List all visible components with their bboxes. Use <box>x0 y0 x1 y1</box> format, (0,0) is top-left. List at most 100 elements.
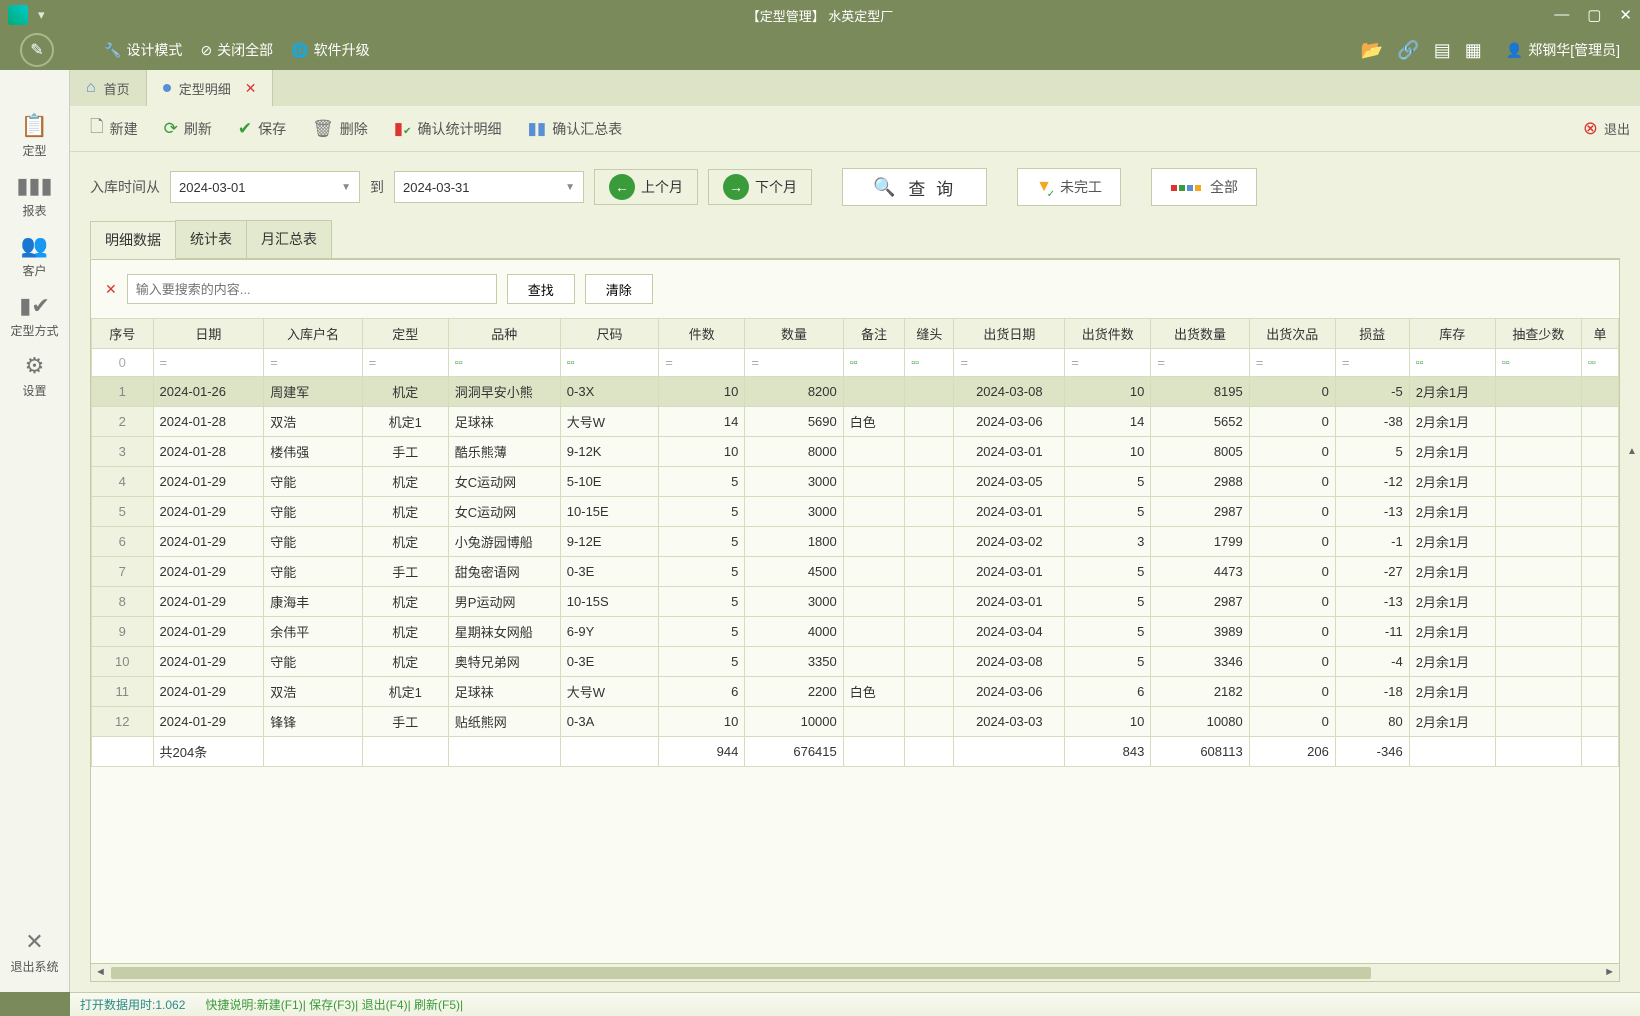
filter-cell[interactable]: = <box>362 349 448 377</box>
table-row[interactable]: 82024-01-29康海丰机定男P运动网10-15S530002024-03-… <box>92 587 1619 617</box>
filter-cell[interactable]: = <box>264 349 362 377</box>
book-icon[interactable]: ▤ <box>1434 40 1451 61</box>
stat-icon: ▮✔ <box>394 119 412 139</box>
col-header[interactable]: 出货件数 <box>1065 319 1151 349</box>
tab-home[interactable]: ⌂首页 <box>70 70 147 106</box>
tab-monthly[interactable]: 月汇总表 <box>246 220 332 258</box>
table-row[interactable]: 122024-01-29锋锋手工贴纸熊网0-3A10100002024-03-0… <box>92 707 1619 737</box>
tab-stats[interactable]: 统计表 <box>175 220 247 258</box>
table-row[interactable]: 52024-01-29守能机定女C运动网10-15E530002024-03-0… <box>92 497 1619 527</box>
table-row[interactable]: 72024-01-29守能手工甜兔密语网0-3E545002024-03-015… <box>92 557 1619 587</box>
clear-x-icon[interactable]: ✕ <box>105 281 117 298</box>
col-header[interactable]: 出货日期 <box>954 319 1065 349</box>
filter-row: 入库时间从 2024-03-01▼ 到 2024-03-31▼ ←上个月 →下个… <box>90 168 1620 206</box>
maximize-button[interactable]: ▢ <box>1587 6 1601 24</box>
sidebar-customer[interactable]: 👥客户 <box>0 226 69 286</box>
find-button[interactable]: 查找 <box>507 274 575 304</box>
filter-cell-excel[interactable]: ▫▫ <box>560 349 658 377</box>
sidebar-report[interactable]: ▮▮▮报表 <box>0 166 69 226</box>
filter-cell[interactable]: = <box>1065 349 1151 377</box>
col-header[interactable]: 序号 <box>92 319 154 349</box>
filter-cell[interactable]: = <box>153 349 264 377</box>
filter-cell-excel[interactable]: ▫▫ <box>448 349 560 377</box>
search-input[interactable] <box>127 274 497 304</box>
col-header[interactable]: 入库户名 <box>264 319 362 349</box>
col-header[interactable]: 尺码 <box>560 319 658 349</box>
filter-cell[interactable]: = <box>659 349 745 377</box>
filter-cell[interactable]: 0 <box>92 349 154 377</box>
close-all-button[interactable]: ⊘关闭全部 <box>200 40 273 60</box>
filter-cell[interactable]: = <box>1335 349 1409 377</box>
col-header[interactable]: 缝头 <box>905 319 954 349</box>
refresh-button[interactable]: ⟳刷新 <box>154 113 222 145</box>
scroll-right-icon[interactable]: ► <box>1604 966 1615 978</box>
confirm-detail-button[interactable]: ▮✔确认统计明细 <box>384 113 512 145</box>
sidebar-method[interactable]: ▮✔定型方式 <box>0 286 69 346</box>
app-menu-dropdown[interactable]: ▾ <box>38 7 45 23</box>
scroll-left-icon[interactable]: ◄ <box>95 966 106 978</box>
close-button[interactable]: ✕ <box>1619 6 1632 24</box>
exit-button[interactable]: ⊗退出 <box>1583 118 1630 139</box>
table-row[interactable]: 42024-01-29守能机定女C运动网5-10E530002024-03-05… <box>92 467 1619 497</box>
horizontal-scrollbar[interactable]: ◄ ► <box>91 963 1619 981</box>
col-header[interactable]: 定型 <box>362 319 448 349</box>
filter-cell[interactable]: = <box>745 349 843 377</box>
col-header[interactable]: 库存 <box>1409 319 1495 349</box>
folder-icon[interactable]: 📂 <box>1361 40 1383 61</box>
filter-cell[interactable]: = <box>1151 349 1249 377</box>
search-bar: ✕ 查找 清除 <box>91 260 1619 318</box>
col-header[interactable]: 单 <box>1581 319 1618 349</box>
filter-cell-excel[interactable]: ▫▫ <box>843 349 905 377</box>
logo-icon: ✎ <box>20 33 54 67</box>
date-to-input[interactable]: 2024-03-31▼ <box>394 171 584 203</box>
col-header[interactable]: 品种 <box>448 319 560 349</box>
col-header[interactable]: 日期 <box>153 319 264 349</box>
all-button[interactable]: 全部 <box>1151 168 1257 206</box>
filter-cell-excel[interactable]: ▫▫ <box>1495 349 1581 377</box>
table-row[interactable]: 112024-01-29双浩机定1足球袜大号W62200白色2024-03-06… <box>92 677 1619 707</box>
scroll-thumb[interactable] <box>111 967 1371 979</box>
data-grid[interactable]: 序号日期入库户名定型品种尺码件数数量备注缝头出货日期出货件数出货数量出货次品损益… <box>91 318 1619 963</box>
sidebar-shaping[interactable]: 📋定型 <box>0 106 69 166</box>
table-row[interactable]: 92024-01-29余伟平机定星期袜女网船6-9Y540002024-03-0… <box>92 617 1619 647</box>
col-header[interactable]: 抽查少数 <box>1495 319 1581 349</box>
col-header[interactable]: 出货次品 <box>1249 319 1335 349</box>
tab-detail-data[interactable]: 明细数据 <box>90 221 176 259</box>
clear-button[interactable]: 清除 <box>585 274 653 304</box>
col-header[interactable]: 备注 <box>843 319 905 349</box>
table-row[interactable]: 22024-01-28双浩机定1足球袜大号W145690白色2024-03-06… <box>92 407 1619 437</box>
tab-detail[interactable]: 定型明细✕ <box>147 70 274 106</box>
grid-icon[interactable]: ▦ <box>1465 40 1482 61</box>
table-row[interactable]: 62024-01-29守能机定小兔游园博船9-12E518002024-03-0… <box>92 527 1619 557</box>
filter-cell-excel[interactable]: ▫▫ <box>1409 349 1495 377</box>
col-header[interactable]: 件数 <box>659 319 745 349</box>
col-header[interactable]: 损益 <box>1335 319 1409 349</box>
prev-month-button[interactable]: ←上个月 <box>594 169 698 205</box>
user-info[interactable]: 👤郑钢华[管理员] <box>1506 40 1620 60</box>
save-button[interactable]: ✔保存 <box>228 113 296 145</box>
delete-button[interactable]: 🗑删除 <box>302 113 378 145</box>
minimize-button[interactable]: — <box>1554 6 1569 24</box>
filter-cell[interactable]: = <box>954 349 1065 377</box>
col-header[interactable]: 数量 <box>745 319 843 349</box>
filter-cell-excel[interactable]: ▫▫ <box>905 349 954 377</box>
query-button[interactable]: 🔍查 询 <box>842 168 987 206</box>
tab-close-icon[interactable]: ✕ <box>245 80 257 97</box>
upgrade-button[interactable]: 🌐软件升级 <box>291 40 369 60</box>
sidebar-settings[interactable]: ⚙设置 <box>0 346 69 406</box>
table-row[interactable]: 102024-01-29守能机定奥特兄弟网0-3E533502024-03-08… <box>92 647 1619 677</box>
filter-cell[interactable]: = <box>1249 349 1335 377</box>
date-from-input[interactable]: 2024-03-01▼ <box>170 171 360 203</box>
table-row[interactable]: 32024-01-28楼伟强手工酷乐熊薄9-12K1080002024-03-0… <box>92 437 1619 467</box>
design-mode-button[interactable]: 🔧设计模式 <box>104 40 182 60</box>
filter-cell-excel[interactable]: ▫▫ <box>1581 349 1618 377</box>
new-button[interactable]: 🗋新建 <box>80 108 148 149</box>
table-row[interactable]: 12024-01-26周建军机定洞洞早安小熊0-3X1082002024-03-… <box>92 377 1619 407</box>
next-month-button[interactable]: →下个月 <box>708 169 812 205</box>
col-header[interactable]: 出货数量 <box>1151 319 1249 349</box>
sidebar-exit[interactable]: ✕退出系统 <box>0 922 69 982</box>
refresh-icon: ⟳ <box>164 119 178 139</box>
incomplete-button[interactable]: ▼未完工 <box>1017 168 1121 206</box>
link-icon[interactable]: 🔗 <box>1397 40 1419 61</box>
confirm-summary-button[interactable]: ▮▮确认汇总表 <box>518 113 633 145</box>
